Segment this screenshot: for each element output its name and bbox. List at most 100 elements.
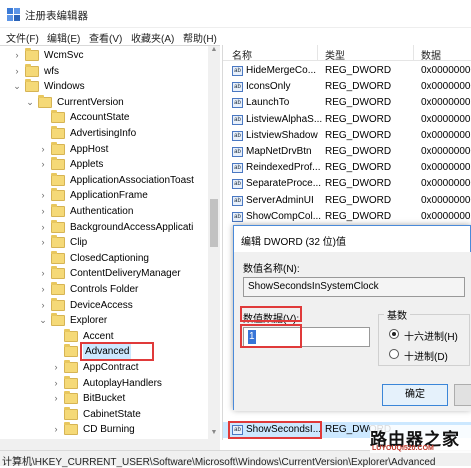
scroll-down-icon[interactable]: ▼ — [208, 429, 220, 439]
tree-item[interactable]: › Controls Folder — [0, 282, 208, 297]
menu-help[interactable]: 帮助(H) — [183, 30, 217, 45]
tree-item[interactable]: › DeviceAccess — [0, 297, 208, 313]
menu-view[interactable]: 查看(V) — [89, 30, 122, 45]
value-row[interactable]: ab IconsOnly REG_DWORD 0x00000000 — [223, 79, 471, 95]
value-name: ListviewShadow — [246, 129, 318, 141]
collapse-chevron-icon[interactable]: ⌄ — [12, 79, 22, 94]
tree-item[interactable]: › AutoplayHandlers — [0, 375, 208, 391]
reg-binary-icon: ab — [232, 66, 243, 76]
tree-item[interactable]: › ApplicationFrame — [0, 188, 208, 203]
column-divider[interactable] — [317, 45, 318, 61]
expand-chevron-icon[interactable]: › — [38, 266, 48, 281]
value-row[interactable]: ab ServerAdminUI REG_DWORD 0x00000000 — [223, 193, 471, 209]
value-name-field[interactable]: ShowSecondsInSystemClock — [243, 277, 465, 297]
dialog-body: 数值名称(N): ShowSecondsInSystemClock 数值数据(V… — [234, 252, 471, 411]
value-row[interactable]: ab HideMergeCo... REG_DWORD 0x00000000 — [223, 63, 471, 79]
tree-item[interactable]: › BitBucket — [0, 391, 208, 406]
tree-item-label: ApplicationAssociationToast — [70, 174, 194, 186]
registry-tree[interactable]: › WcmSvc › wfs ⌄ Windows ⌄ CurrentVersion Accoun… — [0, 45, 220, 440]
column-divider[interactable] — [413, 45, 414, 61]
tree-horizontal-scrollbar[interactable] — [0, 439, 220, 450]
dec-radio[interactable] — [389, 349, 399, 359]
expand-chevron-icon[interactable]: › — [38, 282, 48, 297]
collapse-chevron-icon[interactable]: ⌄ — [38, 313, 48, 328]
base-label: 基数 — [384, 307, 410, 322]
folder-icon — [51, 266, 65, 280]
tree-item-label: AccountState — [70, 112, 130, 124]
expand-chevron-icon[interactable]: › — [38, 298, 48, 313]
tree-item[interactable]: ⌄ Explorer — [0, 313, 208, 328]
highlight-box — [228, 421, 322, 439]
tree-item[interactable]: › AppHost — [0, 141, 208, 157]
tree-item[interactable]: AdvertisingInfo — [0, 126, 208, 141]
tree-item[interactable]: CabinetState — [0, 406, 208, 422]
value-type: REG_DWORD — [325, 146, 392, 157]
menu-edit[interactable]: 编辑(E) — [47, 30, 80, 45]
reg-binary-icon: ab — [232, 195, 243, 206]
expand-chevron-icon[interactable]: › — [51, 376, 61, 391]
value-row[interactable]: ab ListviewShadow REG_DWORD 0x00000001 — [223, 128, 471, 144]
value-row[interactable]: ab ListviewAlphaS... REG_DWORD 0x00000001 — [223, 112, 471, 128]
expand-chevron-icon[interactable]: › — [38, 142, 48, 157]
expand-chevron-icon[interactable]: › — [12, 64, 22, 79]
tree-item[interactable]: ApplicationAssociationToast — [0, 172, 208, 188]
collapse-chevron-icon[interactable]: ⌄ — [25, 95, 35, 110]
value-row[interactable]: ab LaunchTo REG_DWORD 0x00000001 — [223, 95, 471, 111]
dec-radio-label[interactable]: 十进制(D) — [404, 348, 448, 363]
column-name[interactable]: 名称 — [232, 47, 252, 62]
tree-item[interactable]: › Applets — [0, 157, 208, 172]
folder-icon — [64, 391, 78, 405]
hex-radio[interactable] — [389, 329, 399, 339]
folder-icon — [51, 110, 65, 124]
tree-item[interactable]: › AppContract — [0, 360, 208, 375]
folder-icon — [51, 313, 65, 327]
value-data: 0x00000001 — [421, 113, 471, 125]
expand-chevron-icon[interactable]: › — [51, 422, 61, 437]
tree-item-label: AppContract — [83, 362, 139, 373]
watermark-url: LUYOUQI520.COM — [372, 445, 434, 452]
folder-icon — [64, 406, 78, 420]
folder-icon — [51, 235, 65, 249]
tree-item[interactable]: ⌄ CurrentVersion — [0, 94, 208, 110]
tree-item[interactable]: Advanced — [0, 342, 208, 362]
cancel-button[interactable] — [454, 384, 471, 406]
tree-item[interactable]: › BackgroundAccessApplicati — [0, 219, 208, 235]
value-data: 0x00000001 — [421, 162, 471, 174]
tree-item[interactable]: › Authentication — [0, 204, 208, 219]
tree-item[interactable]: › wfs — [0, 63, 208, 79]
tree-scroll-thumb[interactable] — [210, 199, 218, 247]
tree-item[interactable]: › ContentDeliveryManager — [0, 266, 208, 281]
value-row[interactable]: ab ReindexedProf... REG_DWORD 0x00000001 — [223, 160, 471, 176]
expand-chevron-icon[interactable]: › — [38, 220, 48, 235]
column-data[interactable]: 数据 — [421, 47, 441, 62]
ok-button[interactable]: 确定 — [382, 384, 448, 406]
expand-chevron-icon[interactable]: › — [38, 235, 48, 250]
tree-item[interactable]: AccountState — [0, 110, 208, 125]
reg-binary-icon: ab — [232, 163, 243, 174]
highlight-box — [240, 306, 302, 322]
expand-chevron-icon[interactable]: › — [51, 391, 61, 406]
tree-item-label: CD Burning — [83, 424, 135, 436]
tree-item[interactable]: › Clip — [0, 235, 208, 250]
hex-radio-label[interactable]: 十六进制(H) — [404, 328, 458, 343]
value-row[interactable]: ab ShowCompCol... REG_DWORD 0x00000001 — [223, 209, 471, 225]
tree-item[interactable]: › CD Burning — [0, 422, 208, 437]
value-type: REG_DWORD — [325, 210, 392, 222]
tree-item[interactable]: › WcmSvc — [0, 48, 208, 63]
tree-item[interactable]: ClosedCaptioning — [0, 250, 208, 266]
column-type[interactable]: 类型 — [325, 47, 345, 62]
scroll-up-icon[interactable]: ▲ — [208, 46, 220, 56]
value-row[interactable]: ab SeparateProce... REG_DWORD 0x00000000 — [223, 176, 471, 192]
menu-file[interactable]: 文件(F) — [6, 30, 39, 45]
value-name: ListviewAlphaS... — [246, 113, 323, 125]
value-data: 0x00000000 — [421, 65, 471, 76]
expand-chevron-icon[interactable]: › — [38, 204, 48, 219]
value-row[interactable]: ab MapNetDrvBtn REG_DWORD 0x00000000 — [223, 144, 471, 160]
value-name: ServerAdminUI — [246, 194, 314, 206]
expand-chevron-icon[interactable]: › — [51, 360, 61, 375]
expand-chevron-icon[interactable]: › — [12, 48, 22, 63]
menu-favorites[interactable]: 收藏夹(A) — [131, 30, 174, 45]
expand-chevron-icon[interactable]: › — [38, 188, 48, 203]
tree-item[interactable]: ⌄ Windows — [0, 79, 208, 94]
expand-chevron-icon[interactable]: › — [38, 157, 48, 172]
